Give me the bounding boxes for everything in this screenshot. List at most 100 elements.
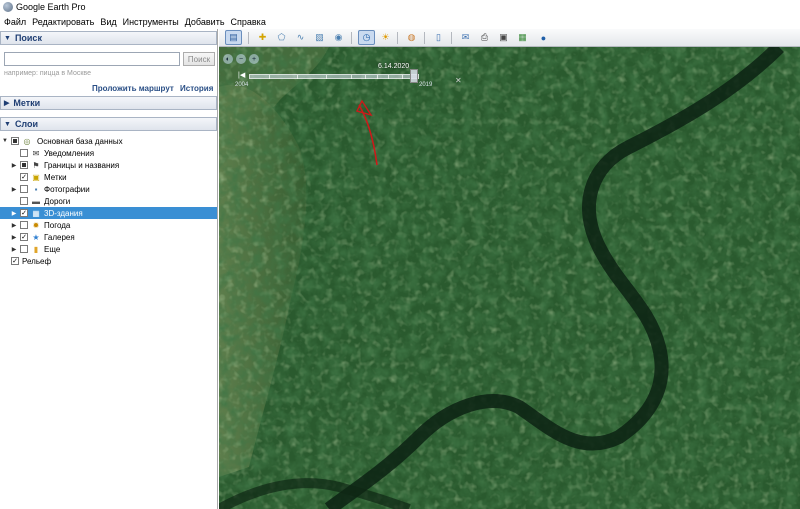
google-earth-logo-icon [3, 2, 13, 12]
layers-panel-header[interactable]: ▼ Слои [0, 117, 217, 131]
add-placemark-icon[interactable]: ✚ [254, 30, 271, 45]
earth-gallery-icon[interactable]: ● [535, 30, 552, 45]
layer-checkbox[interactable] [20, 185, 28, 193]
layer-label: Основная база данных [37, 136, 123, 146]
slider-tick [388, 75, 390, 79]
slider-end-year: 2019 [419, 82, 433, 88]
layer-label: 3D-здания [44, 208, 83, 218]
sidebar-toggle-icon[interactable]: ▤ [225, 30, 242, 45]
layer-row[interactable]: ▶ ✓ ▦ 3D-здания [0, 207, 217, 219]
slider-tick [296, 75, 298, 79]
map-view[interactable]: ◐ − + 6.14.2020 |◀ 2004 2019 ✕ [219, 47, 800, 509]
collapse-triangle-icon[interactable]: ▼ [1, 138, 9, 144]
layer-row[interactable]: ✓ Рельеф [0, 255, 217, 267]
expand-triangle-icon[interactable]: ▶ [10, 234, 18, 241]
ruler-icon[interactable]: ▯ [430, 30, 447, 45]
layer-label: Рельеф [22, 256, 52, 266]
search-panel-header[interactable]: ▼ Поиск [0, 31, 217, 45]
layer-row[interactable]: ✓ ▣ Метки [0, 171, 217, 183]
globe-layers-icon: ◎ [23, 136, 31, 146]
layer-label: Уведомления [44, 148, 95, 158]
placemark-icon: ▣ [32, 172, 40, 182]
layer-checkbox[interactable]: ✓ [20, 173, 28, 181]
menu-add[interactable]: Добавить [185, 17, 225, 27]
slider-start-year: 2004 [235, 82, 249, 88]
slider-tick [376, 75, 378, 79]
image-overlay-icon[interactable]: ▧ [311, 30, 328, 45]
layers-panel-title: Слои [14, 119, 39, 129]
layer-checkbox[interactable]: ✓ [20, 209, 28, 217]
menu-edit[interactable]: Редактировать [32, 17, 94, 27]
directions-link[interactable]: Проложить маршрут [92, 84, 174, 93]
expand-triangle-icon[interactable]: ▶ [10, 246, 18, 253]
close-icon[interactable]: ✕ [455, 76, 462, 85]
zoom-in-icon[interactable]: + [249, 54, 259, 64]
globe-nav-icon[interactable]: ◐ [223, 54, 233, 64]
history-link[interactable]: История [180, 84, 213, 93]
expand-triangle-icon[interactable]: ▶ [10, 162, 18, 169]
layer-checkbox[interactable] [20, 221, 28, 229]
layer-label: Дороги [44, 196, 71, 206]
photo-icon: ▪ [34, 184, 38, 194]
slider-thumb[interactable] [409, 69, 418, 83]
slider-tick [364, 75, 366, 79]
expand-triangle-icon[interactable]: ▶ [10, 222, 18, 229]
layer-checkbox[interactable] [20, 161, 28, 169]
historical-imagery-icon[interactable]: ◷ [358, 30, 375, 45]
title-bar: Google Earth Pro [0, 0, 800, 14]
record-tour-icon[interactable]: ◉ [330, 30, 347, 45]
layer-row[interactable]: ▶ ▪ Фотографии [0, 183, 217, 195]
star-icon: ★ [32, 232, 40, 242]
envelope-icon: ✉ [32, 148, 40, 158]
navigation-controls: ◐ − + [223, 54, 259, 64]
print-icon[interactable]: ⎙ [476, 30, 493, 45]
add-path-icon[interactable]: ∿ [292, 30, 309, 45]
layer-row[interactable]: ▶ ✓ ★ Галерея [0, 231, 217, 243]
save-image-icon[interactable]: ▣ [495, 30, 512, 45]
expand-triangle-icon[interactable]: ▶ [10, 210, 18, 217]
slider-tick [269, 75, 271, 79]
search-input[interactable] [4, 52, 180, 66]
menu-tools[interactable]: Инструменты [123, 17, 179, 27]
layer-checkbox[interactable]: ✓ [20, 233, 28, 241]
planets-icon[interactable]: ◍ [403, 30, 420, 45]
slider-track[interactable] [249, 74, 419, 79]
slider-tick [402, 75, 403, 79]
layer-row[interactable]: ▼ ◎ Основная база данных [0, 135, 217, 147]
search-button[interactable]: Поиск [183, 52, 215, 66]
slider-tick [325, 75, 327, 79]
slider-step-back-icon[interactable]: |◀ [238, 71, 245, 79]
layer-row[interactable]: ▶ ▮ Еще [0, 243, 217, 255]
view-in-maps-icon[interactable]: ▦ [514, 30, 531, 45]
menu-view[interactable]: Вид [100, 17, 116, 27]
layer-label: Галерея [44, 232, 75, 242]
toolbar: ▤ ✚ ⬠ ∿ ▧ ◉ ◷ ☀ ◍ ▯ ✉ ⎙ ▣ ▦ ● [219, 29, 800, 47]
expand-triangle-icon: ▶ [4, 100, 10, 107]
toolbar-separator [397, 32, 398, 44]
menu-help[interactable]: Справка [231, 17, 266, 27]
toolbar-separator [424, 32, 425, 44]
sun-icon: ✹ [32, 220, 40, 230]
layer-row[interactable]: ✉ Уведомления [0, 147, 217, 159]
places-panel-title: Метки [13, 98, 41, 108]
layer-checkbox[interactable] [20, 197, 28, 205]
menu-bar: Файл Редактировать Вид Инструменты Добав… [0, 14, 800, 29]
folder-icon: ▮ [33, 244, 39, 254]
toolbar-separator [248, 32, 249, 44]
email-icon[interactable]: ✉ [457, 30, 474, 45]
menu-file[interactable]: Файл [4, 17, 26, 27]
expand-triangle-icon[interactable]: ▶ [10, 186, 18, 193]
places-panel-header[interactable]: ▶ Метки [0, 96, 217, 110]
zoom-out-icon[interactable]: − [236, 54, 246, 64]
layer-checkbox[interactable]: ✓ [11, 257, 19, 265]
layer-checkbox[interactable] [20, 245, 28, 253]
layer-row[interactable]: ▶ ✹ Погода [0, 219, 217, 231]
layer-checkbox[interactable] [11, 137, 19, 145]
layer-checkbox[interactable] [20, 149, 28, 157]
layer-row[interactable]: ▶ ⚑ Границы и названия [0, 159, 217, 171]
sunlight-icon[interactable]: ☀ [377, 30, 394, 45]
layer-row[interactable]: ▬ Дороги [0, 195, 217, 207]
window-title: Google Earth Pro [16, 2, 86, 12]
add-polygon-icon[interactable]: ⬠ [273, 30, 290, 45]
search-panel-title: Поиск [14, 33, 42, 43]
